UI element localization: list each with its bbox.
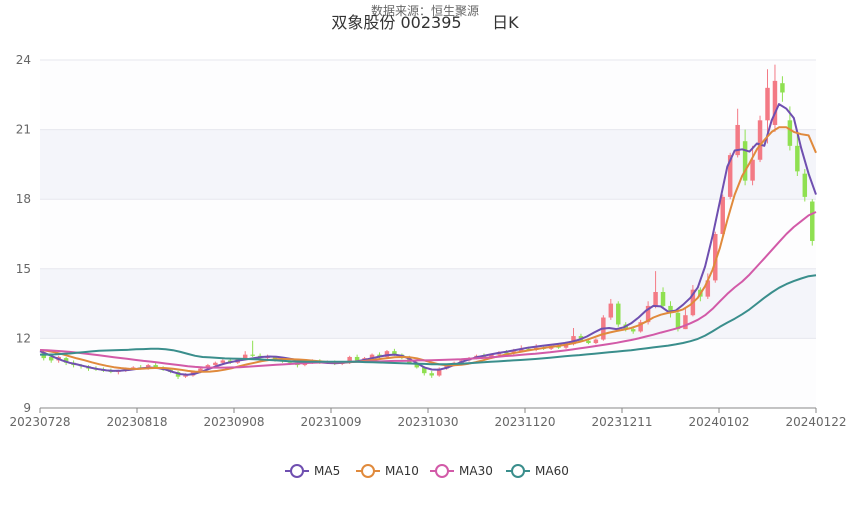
x-tick-label: 20240122 <box>785 415 846 429</box>
legend-marker-icon <box>435 464 449 478</box>
candle-down <box>616 303 621 325</box>
candle-down <box>787 120 793 146</box>
legend-item-ma5: MA5 <box>285 464 340 478</box>
x-tick-label: 20240102 <box>688 415 749 429</box>
x-tick-label: 20230818 <box>106 415 167 429</box>
candle-down <box>795 145 800 172</box>
y-tick-label: 21 <box>16 123 31 137</box>
legend-marker-icon <box>361 464 375 478</box>
candle-up <box>220 360 226 363</box>
chart-root: 数据来源：恒生聚源 双象股份 002395 日K 24 21 18 15 12 9 2023… <box>0 0 850 518</box>
candle-up <box>653 292 658 306</box>
candlestick-chart: 24 21 18 15 12 920230728 20230818 20230908 20231… <box>9 53 847 478</box>
legend-item-ma30: MA30 <box>430 464 493 478</box>
candle-up <box>757 120 763 160</box>
x-tick-label: 20231211 <box>591 415 652 429</box>
legend-marker-icon <box>290 464 304 478</box>
x-tick-label: 20231030 <box>397 415 458 429</box>
candle-down <box>660 292 666 306</box>
legend-label: MA30 <box>459 464 493 478</box>
candle-up <box>213 362 218 366</box>
x-tick-label: 20230728 <box>9 415 70 429</box>
y-tick-label: 9 <box>23 401 31 415</box>
legend-item-ma10: MA10 <box>356 464 419 478</box>
legend-label: MA10 <box>385 464 419 478</box>
x-tick-label: 20230908 <box>203 415 264 429</box>
candle-up <box>750 159 755 181</box>
candle-down <box>802 173 808 197</box>
x-tick-label: 20231009 <box>300 415 361 429</box>
candle-down <box>810 201 815 241</box>
y-tick-label: 24 <box>16 53 31 67</box>
legend-marker-icon <box>511 464 525 478</box>
candle-down <box>429 373 434 376</box>
candle-up <box>608 303 614 318</box>
legend-label: MA60 <box>535 464 569 478</box>
x-tick-label: 20231120 <box>494 415 555 429</box>
y-tick-label: 15 <box>16 262 31 276</box>
legend-item-ma60: MA60 <box>506 464 569 478</box>
legend-label: MA5 <box>314 464 340 478</box>
y-tick-label: 18 <box>16 192 31 206</box>
candle-down <box>250 354 255 356</box>
candle-up <box>765 87 770 121</box>
candle-down <box>780 83 785 93</box>
grid-band <box>40 199 816 269</box>
candle-down <box>630 329 636 332</box>
candle-up <box>593 339 599 344</box>
grid-band <box>40 129 816 200</box>
y-tick-label: 12 <box>16 331 31 345</box>
legend: MA5 MA10 MA30 MA60 <box>285 464 569 478</box>
candle-up <box>683 315 688 330</box>
candle-down <box>586 340 591 344</box>
grid-band <box>40 60 816 130</box>
